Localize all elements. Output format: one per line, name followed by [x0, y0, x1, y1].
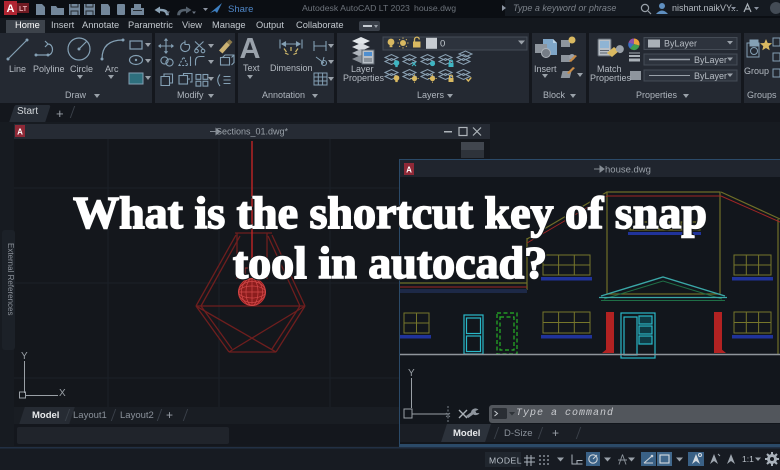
svg-text:X: X [59, 388, 66, 399]
svg-text:ByLayer: ByLayer [694, 55, 727, 65]
svg-text:A: A [406, 166, 412, 175]
svg-text:nishant.naikVY...: nishant.naikVY... [672, 3, 738, 13]
svg-text:Y: Y [408, 368, 415, 379]
svg-text:0: 0 [440, 39, 445, 50]
svg-text:ByLayer: ByLayer [664, 39, 697, 49]
svg-text:1:1: 1:1 [742, 454, 754, 464]
svg-text:A: A [7, 3, 15, 15]
svg-text:A: A [17, 128, 23, 137]
svg-text:ByLayer: ByLayer [694, 71, 727, 81]
svg-text:Y: Y [21, 351, 28, 362]
svg-text:Autodesk AutoCAD LT 2023: Autodesk AutoCAD LT 2023 [302, 3, 410, 13]
svg-text:LT: LT [19, 6, 28, 13]
svg-text:MODEL: MODEL [489, 456, 522, 466]
svg-text:Type a keyword or phrase: Type a keyword or phrase [513, 3, 616, 13]
svg-text:house.dwg: house.dwg [605, 165, 651, 176]
svg-text:A: A [240, 33, 261, 65]
svg-text:house.dwg: house.dwg [414, 3, 456, 13]
svg-text:Share: Share [228, 4, 253, 15]
svg-text:Sections_01.dwg*: Sections_01.dwg* [216, 127, 289, 137]
